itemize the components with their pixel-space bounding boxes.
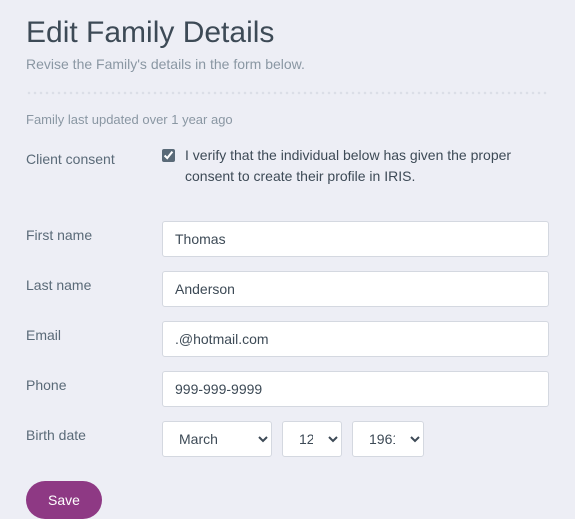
last-name-label: Last name (26, 271, 162, 293)
birth-date-row: Birth date March 12 1961 (26, 421, 549, 457)
email-input[interactable] (162, 321, 549, 357)
consent-label: Client consent (26, 145, 162, 167)
birth-year-select[interactable]: 1961 (352, 421, 424, 457)
phone-input[interactable] (162, 371, 549, 407)
first-name-label: First name (26, 221, 162, 243)
save-button[interactable]: Save (26, 481, 102, 519)
last-name-row: Last name (26, 271, 549, 307)
phone-row: Phone (26, 371, 549, 407)
last-updated-text: Family last updated over 1 year ago (26, 112, 549, 127)
email-row: Email (26, 321, 549, 357)
phone-label: Phone (26, 371, 162, 393)
consent-row: Client consent I verify that the individ… (26, 145, 549, 187)
consent-text: I verify that the individual below has g… (185, 145, 549, 187)
page-subtitle: Revise the Family's details in the form … (26, 56, 549, 72)
last-name-input[interactable] (162, 271, 549, 307)
page-title: Edit Family Details (26, 16, 549, 50)
email-label: Email (26, 321, 162, 343)
birth-day-select[interactable]: 12 (282, 421, 342, 457)
birth-date-label: Birth date (26, 421, 162, 443)
consent-checkbox[interactable] (162, 149, 175, 162)
first-name-input[interactable] (162, 221, 549, 257)
birth-month-select[interactable]: March (162, 421, 272, 457)
wavy-divider (26, 90, 549, 96)
first-name-row: First name (26, 221, 549, 257)
